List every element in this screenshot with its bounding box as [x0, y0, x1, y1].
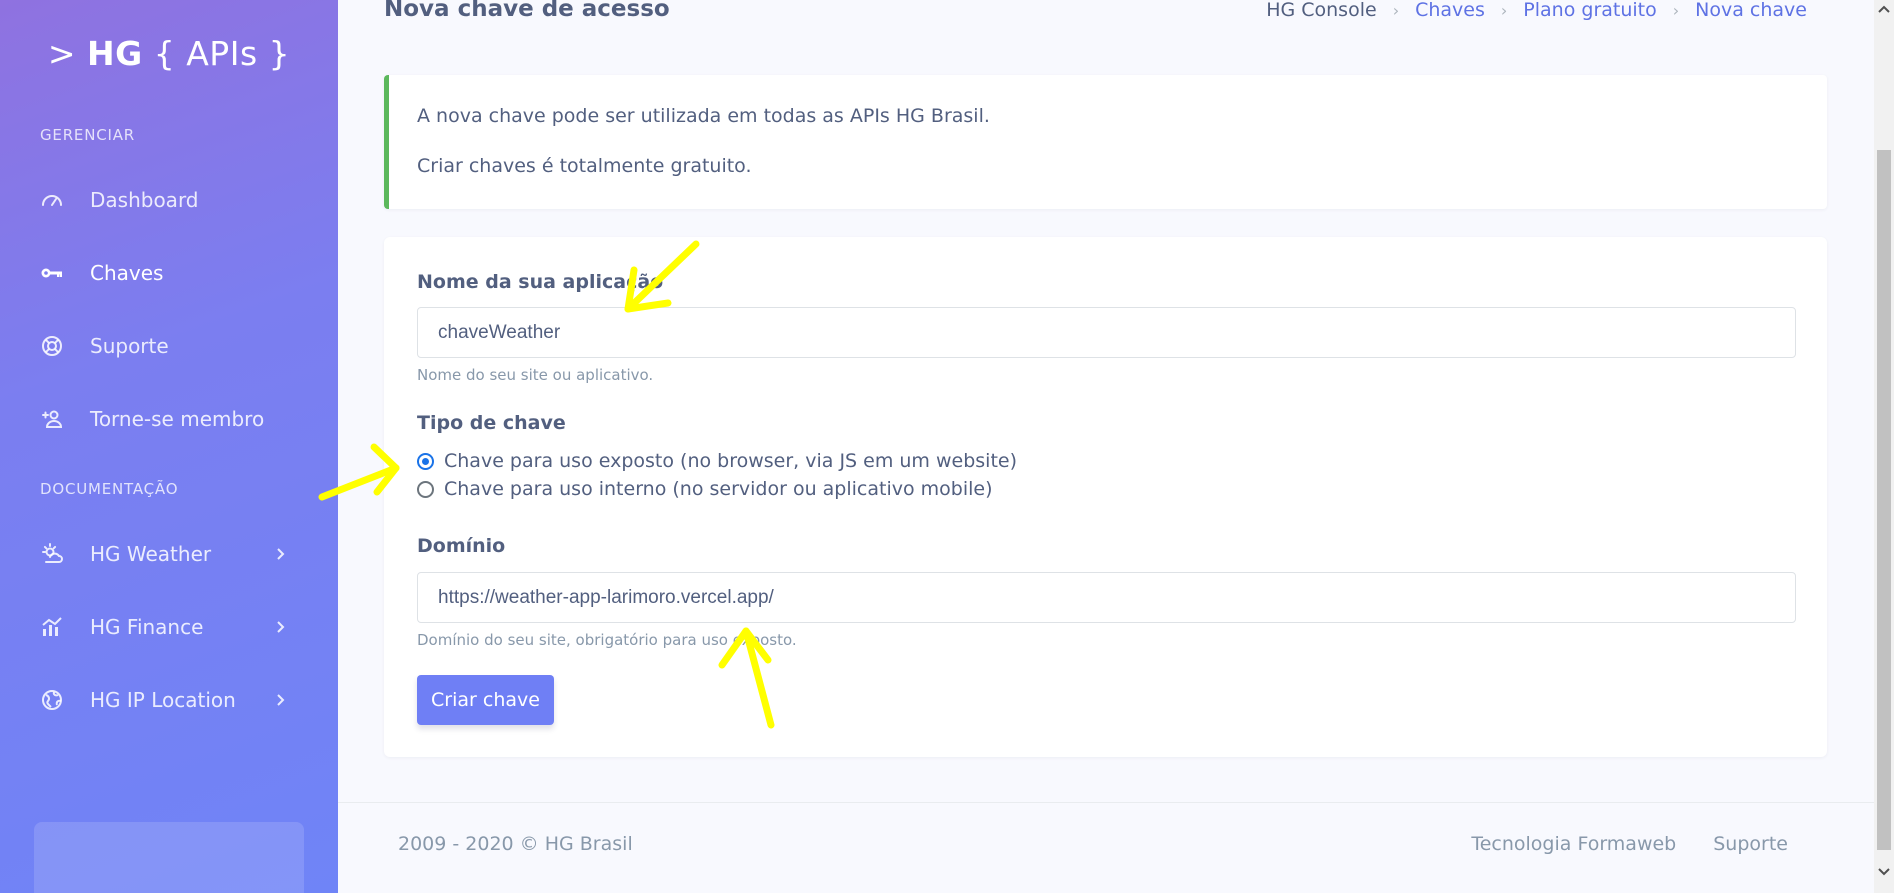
sidebar-item-hg-weather[interactable]: HG Weather [40, 534, 300, 574]
app-name-help: Nome do seu site ou aplicativo. [417, 366, 654, 384]
chevron-right-icon [277, 621, 285, 633]
chevron-right-icon [277, 694, 285, 706]
brand-logo[interactable]: > HG { APIs } [0, 34, 338, 73]
gauge-icon [40, 188, 74, 212]
main-content: Nova chave de acesso HG Console › Chaves… [338, 0, 1874, 893]
page-title: Nova chave de acesso [384, 0, 670, 22]
sidebar: > HG { APIs } GERENCIAR Dashboard Chaves… [0, 0, 338, 893]
sidebar-item-hg-finance[interactable]: HG Finance [40, 607, 300, 647]
breadcrumb-separator-icon: › [1392, 0, 1400, 20]
footer-copyright: 2009 - 2020 © HG Brasil [398, 833, 633, 855]
domain-label: Domínio [417, 535, 506, 557]
breadcrumb: HG Console › Chaves › Plano gratuito › N… [1266, 0, 1807, 21]
footer-links: Tecnologia Formaweb Suporte [1471, 833, 1788, 855]
domain-input[interactable]: https://weather-app-larimoro.vercel.app/ [417, 572, 1796, 623]
scrollbar-thumb[interactable] [1877, 150, 1891, 850]
radio-unchecked[interactable] [417, 480, 434, 498]
key-type-option-internal[interactable]: Chave para uso interno (no servidor ou a… [417, 478, 993, 500]
page-scrollbar[interactable] [1874, 0, 1894, 893]
scroll-down-arrow-icon[interactable] [1877, 865, 1891, 879]
chart-bar-icon [40, 615, 74, 639]
info-line-1: A nova chave pode ser utilizada em todas… [417, 105, 990, 127]
sidebar-item-label: HG Finance [90, 615, 204, 639]
key-type-option-label: Chave para uso exposto (no browser, via … [444, 450, 1017, 472]
breadcrumb-separator-icon: › [1672, 0, 1680, 20]
sidebar-bottom-card [34, 822, 304, 893]
breadcrumb-item-chaves[interactable]: Chaves [1415, 0, 1485, 21]
breadcrumb-item-console[interactable]: HG Console [1266, 0, 1376, 21]
scroll-up-arrow-icon[interactable] [1877, 2, 1891, 16]
create-key-button[interactable]: Criar chave [417, 675, 554, 725]
key-icon [40, 261, 74, 285]
brand-prefix: > [47, 34, 77, 73]
key-type-option-exposed[interactable]: Chave para uso exposto (no browser, via … [417, 450, 1017, 472]
key-type-option-label: Chave para uso interno (no servidor ou a… [444, 478, 993, 500]
footer: 2009 - 2020 © HG Brasil Tecnologia Forma… [338, 802, 1874, 893]
sidebar-item-label: Suporte [90, 334, 169, 358]
breadcrumb-separator-icon: › [1500, 0, 1508, 20]
breadcrumb-item-nova-chave[interactable]: Nova chave [1695, 0, 1807, 21]
sidebar-item-suporte[interactable]: Suporte [40, 326, 300, 366]
nav-heading-docs: DOCUMENTAÇÃO [40, 480, 179, 498]
footer-link-formaweb[interactable]: Tecnologia Formaweb [1471, 833, 1676, 855]
radio-checked[interactable] [417, 452, 434, 470]
brand-bold: HG [87, 34, 143, 73]
globe-icon [40, 688, 74, 712]
info-alert: A nova chave pode ser utilizada em todas… [384, 75, 1827, 209]
nav-heading-manage: GERENCIAR [40, 126, 136, 144]
key-type-label: Tipo de chave [417, 412, 566, 434]
sidebar-item-label: Torne-se membro [90, 407, 265, 431]
domain-help: Domínio do seu site, obrigatório para us… [417, 631, 797, 649]
brand-suffix: { APIs } [153, 34, 291, 73]
sidebar-item-label: HG Weather [90, 542, 212, 566]
user-plus-icon [40, 407, 74, 431]
info-line-2: Criar chaves é totalmente gratuito. [417, 155, 752, 177]
sidebar-item-dashboard[interactable]: Dashboard [40, 180, 300, 220]
chevron-right-icon [277, 548, 285, 560]
sidebar-item-torne-se-membro[interactable]: Torne-se membro [40, 399, 300, 439]
breadcrumb-item-plano[interactable]: Plano gratuito [1523, 0, 1656, 21]
lifebuoy-icon [40, 334, 74, 358]
weather-icon [40, 542, 74, 566]
footer-link-suporte[interactable]: Suporte [1713, 833, 1788, 855]
sidebar-item-label: Chaves [90, 261, 164, 285]
new-key-form: Nome da sua aplicação chaveWeather Nome … [384, 237, 1827, 757]
sidebar-item-chaves[interactable]: Chaves [40, 253, 300, 293]
app-name-label: Nome da sua aplicação [417, 271, 664, 293]
sidebar-item-hg-ip-location[interactable]: HG IP Location [40, 680, 300, 720]
sidebar-item-label: Dashboard [90, 188, 199, 212]
app-name-input[interactable]: chaveWeather [417, 307, 1796, 358]
sidebar-item-label: HG IP Location [90, 688, 236, 712]
